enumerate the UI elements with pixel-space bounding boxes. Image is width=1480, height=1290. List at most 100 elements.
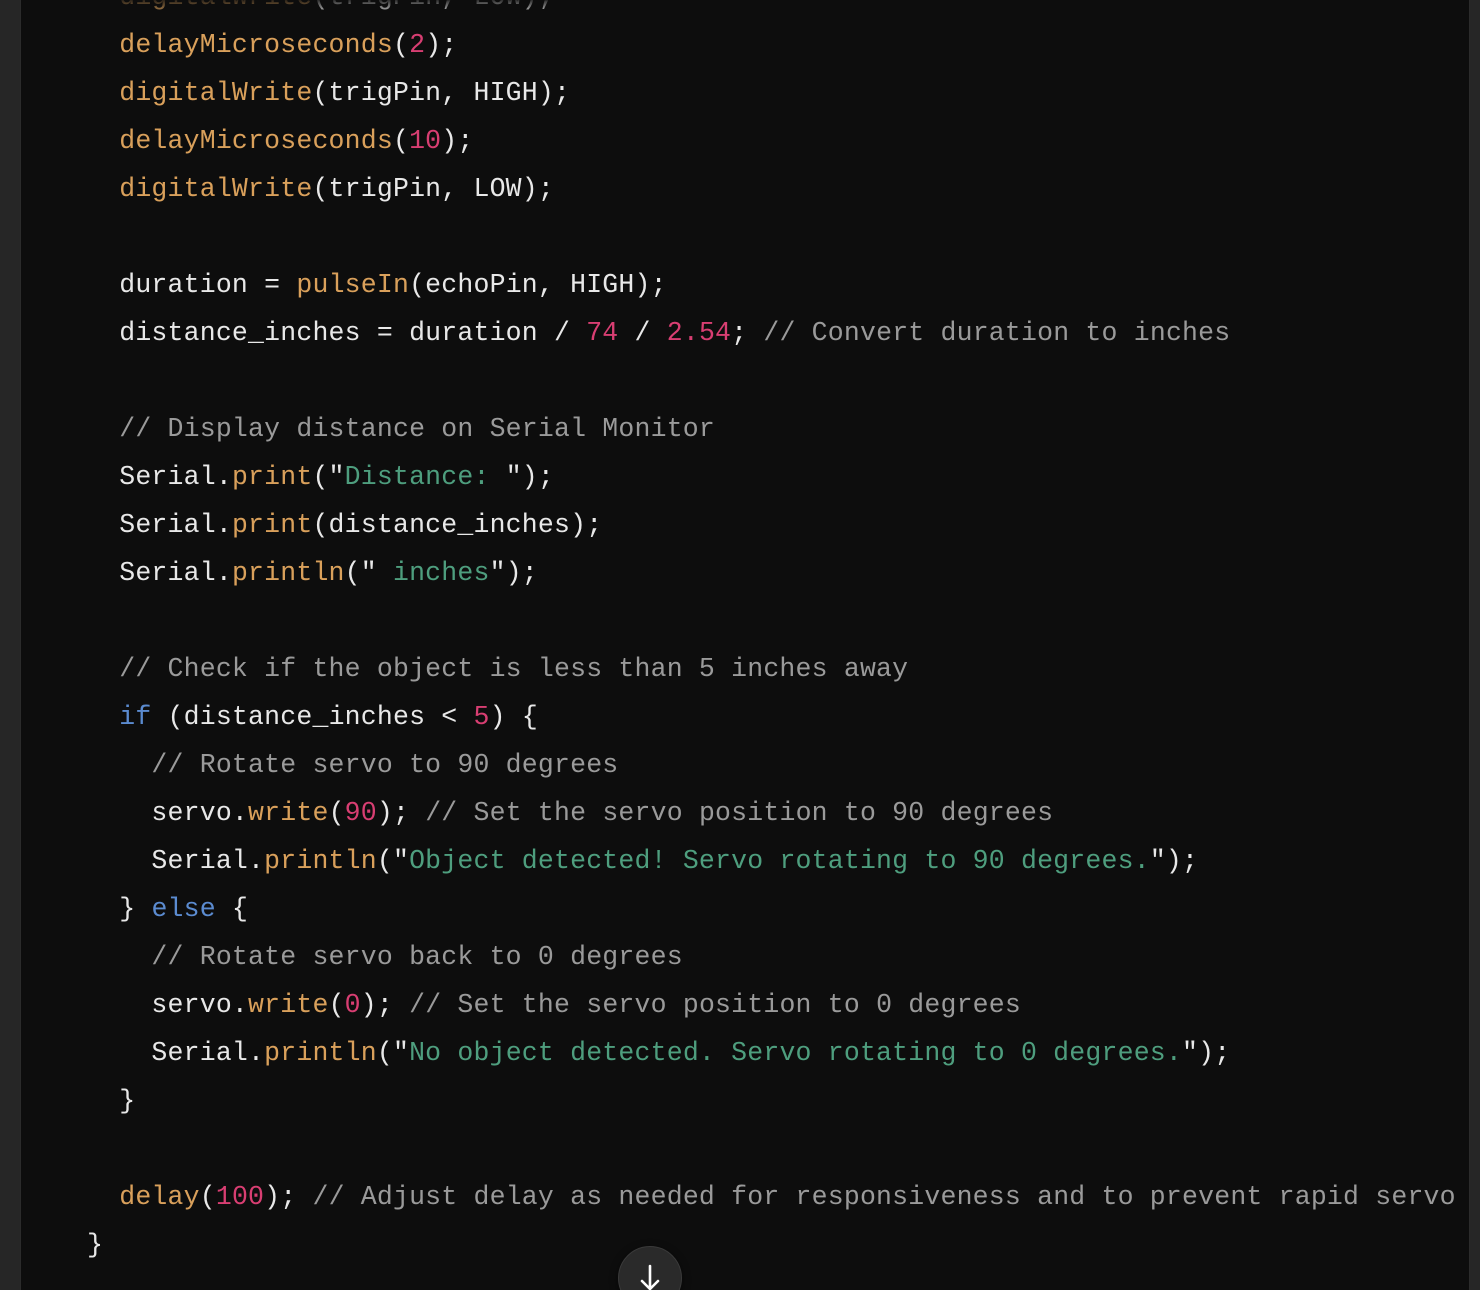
code-token-func: digitalWrite	[119, 174, 313, 204]
code-line: servo.write(90); // Set the servo positi…	[87, 798, 1053, 828]
code-token-comment: // Check if the object is less than 5 in…	[119, 654, 909, 684]
arrow-down-icon	[636, 1263, 664, 1290]
code-token-plain: Serial.	[151, 846, 265, 876]
code-token-plain: );	[425, 30, 458, 60]
code-token-func: digitalWrite	[119, 78, 313, 108]
code-token-plain: (	[328, 990, 345, 1020]
code-token-string: Distance:	[344, 462, 506, 492]
code-line: duration = pulseIn(echoPin, HIGH);	[87, 270, 667, 300]
code-line: delayMicroseconds(2);	[87, 30, 457, 60]
code-token-plain: (echoPin, HIGH);	[409, 270, 667, 300]
code-token-func: write	[248, 990, 329, 1020]
code-token-func: print	[231, 510, 313, 540]
code-token-plain: ");	[489, 558, 538, 588]
code-line: Serial.println("No object detected. Serv…	[87, 1038, 1230, 1068]
code-token-func: delayMicroseconds	[119, 30, 393, 60]
code-token-plain: ("	[376, 1038, 410, 1068]
code-line: distance_inches = duration / 74 / 2.54; …	[87, 318, 1230, 348]
code-token-plain: servo.	[151, 990, 249, 1020]
code-line: delayMicroseconds(10);	[87, 126, 474, 156]
code-token-plain: (trigPin, HIGH);	[312, 78, 571, 108]
code-line: Serial.println(" inches");	[87, 558, 538, 588]
code-token-plain: {	[215, 894, 249, 924]
code-token-comment: // Set the servo position to 90 degrees	[425, 798, 1054, 828]
code-line: digitalWrite(trigPin, HIGH);	[87, 78, 570, 108]
code-line: servo.write(0); // Set the servo positio…	[87, 990, 1021, 1020]
code-token-keyword: else	[151, 894, 216, 924]
code-scroll-area[interactable]: digitalWrite(trigPin, LOW); delayMicrose…	[21, 0, 1469, 1269]
code-token-plain: );	[264, 1182, 313, 1212]
code-token-string: inches	[376, 558, 490, 588]
code-token-plain: Serial.	[119, 558, 232, 588]
code-token-comment: // Display distance on Serial Monitor	[119, 414, 716, 444]
code-line: digitalWrite(trigPin, LOW);	[87, 174, 554, 204]
code-token-plain: (	[392, 30, 410, 60]
code-token-func: digitalWrite	[119, 0, 312, 12]
code-token-plain: Serial.	[119, 462, 232, 492]
code-token-func: pulseIn	[296, 270, 410, 300]
code-token-num: 74	[586, 318, 619, 348]
code-token-comment: // Rotate servo back to 0 degrees	[151, 942, 683, 972]
code-token-plain: ) {	[489, 702, 538, 732]
code-line: // Rotate servo to 90 degrees	[87, 750, 618, 780]
code-line: } else {	[87, 894, 248, 924]
code-token-num: 2	[409, 30, 426, 60]
code-token-string: No object detected. Servo rotating to 0 …	[409, 1038, 1183, 1068]
code-token-plain: );	[360, 990, 410, 1020]
code-line: delay(100); // Adjust delay as needed fo…	[87, 1182, 1456, 1212]
code-token-plain: (distance_inches);	[312, 510, 603, 540]
code-token-plain: (distance_inches <	[151, 702, 474, 732]
code-line: Serial.print("Distance: ");	[87, 462, 554, 492]
code-token-func: println	[264, 1038, 377, 1068]
code-token-plain: (trigPin, LOW);	[312, 0, 554, 12]
code-token-plain: ;	[731, 318, 764, 348]
code-token-string: Object detected! Servo rotating to 90 de…	[409, 846, 1150, 876]
code-token-num: 0	[344, 990, 361, 1020]
source-code[interactable]: digitalWrite(trigPin, LOW); delayMicrose…	[87, 0, 1469, 1269]
code-token-plain: servo.	[151, 798, 249, 828]
code-token-plain: }	[87, 1230, 104, 1260]
code-line: // Display distance on Serial Monitor	[87, 414, 715, 444]
code-line: digitalWrite(trigPin, LOW);	[87, 0, 554, 12]
code-line: Serial.println("Object detected! Servo r…	[87, 846, 1198, 876]
code-token-plain: (	[328, 798, 345, 828]
code-token-func: print	[231, 462, 313, 492]
code-line: if (distance_inches < 5) {	[87, 702, 538, 732]
code-token-plain: /	[618, 318, 667, 348]
code-token-func: write	[248, 798, 329, 828]
code-token-num: 2.54	[666, 318, 732, 348]
code-token-plain: ("	[344, 558, 377, 588]
code-token-plain: );	[441, 126, 474, 156]
code-token-plain: }	[119, 1086, 136, 1116]
code-line: }	[87, 1230, 103, 1260]
code-token-num: 90	[344, 798, 377, 828]
code-token-func: println	[264, 846, 377, 876]
code-token-keyword: if	[119, 702, 152, 732]
code-token-func: delay	[119, 1182, 200, 1212]
code-token-plain: ("	[376, 846, 410, 876]
code-token-plain: ");	[1149, 846, 1199, 876]
code-token-num: 5	[473, 702, 490, 732]
code-token-plain: ");	[1182, 1038, 1231, 1068]
code-line: // Check if the object is less than 5 in…	[87, 654, 908, 684]
code-line: // Rotate servo back to 0 degrees	[87, 942, 683, 972]
code-token-comment: // Convert duration to inches	[763, 318, 1231, 348]
code-line: Serial.print(distance_inches);	[87, 510, 602, 540]
code-token-plain: Serial.	[119, 510, 232, 540]
code-token-plain: ("	[312, 462, 345, 492]
code-token-plain: ");	[505, 462, 555, 492]
code-token-plain: }	[119, 894, 152, 924]
code-token-plain: Serial.	[151, 1038, 265, 1068]
code-token-plain: (trigPin, LOW);	[312, 174, 554, 204]
code-token-plain: (	[199, 1182, 216, 1212]
code-token-func: println	[231, 558, 345, 588]
code-token-plain: duration =	[119, 270, 297, 300]
code-token-num: 100	[215, 1182, 265, 1212]
code-token-comment: // Set the servo position to 0 degrees	[409, 990, 1021, 1020]
code-token-num: 10	[409, 126, 442, 156]
code-token-plain: (	[392, 126, 410, 156]
page-surface: digitalWrite(trigPin, LOW); delayMicrose…	[0, 0, 1480, 1290]
code-token-plain: );	[376, 798, 426, 828]
code-token-plain: distance_inches = duration /	[119, 318, 587, 348]
code-token-comment: // Rotate servo to 90 degrees	[151, 750, 619, 780]
